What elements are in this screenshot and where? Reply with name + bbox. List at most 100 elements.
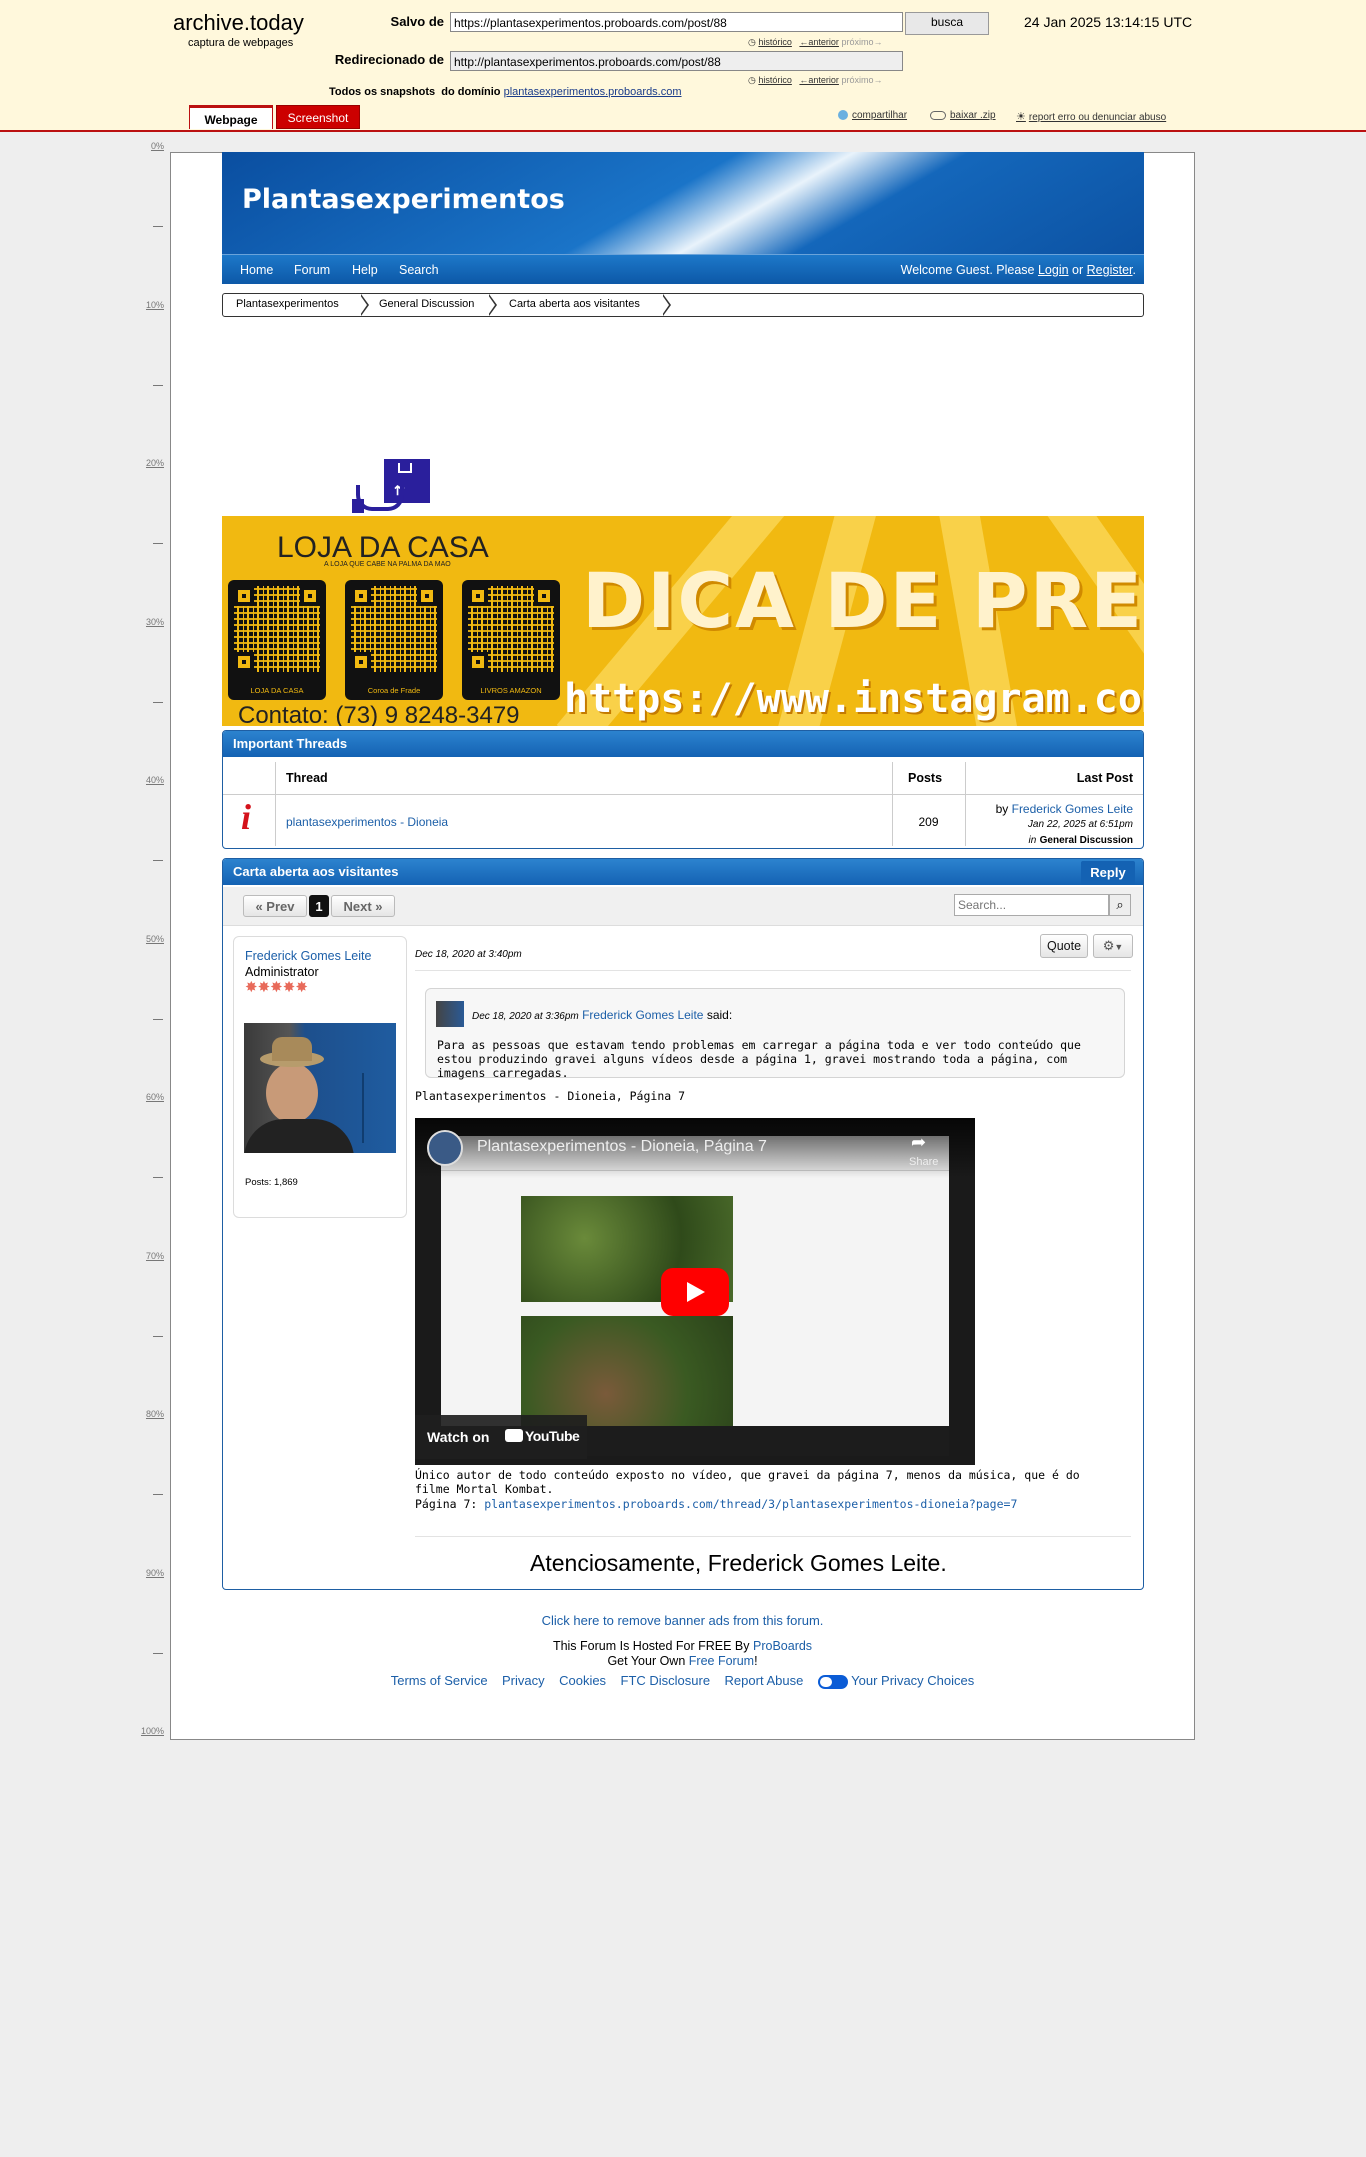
rank-stars-icon: ✸✸✸✸✸ <box>245 979 308 996</box>
play-button-icon[interactable] <box>661 1268 729 1316</box>
archive-logo[interactable]: archive.today <box>173 10 304 36</box>
author-post-count: Posts: 1,869 <box>245 1177 298 1188</box>
share-icon[interactable]: ➦ <box>911 1132 926 1153</box>
prev-page-button[interactable]: « Prev <box>243 895 307 917</box>
post-signature: Atenciosamente, Frederick Gomes Leite. <box>530 1550 947 1576</box>
quote-button[interactable]: Quote <box>1040 934 1088 958</box>
prev-snapshot-link[interactable]: ←anterior <box>799 75 839 85</box>
history-link[interactable]: histórico <box>758 75 792 85</box>
important-threads-box: Important Threads Thread Posts Last Post… <box>222 730 1144 849</box>
hosted-by-text: This Forum Is Hosted For FREE By <box>552 1639 750 1653</box>
thread-heading: Carta aberta aos visitantes Reply <box>223 859 1143 885</box>
report-abuse-link[interactable]: Report Abuse <box>725 1673 804 1688</box>
video-title[interactable]: Plantasexperimentos - Dioneia, Página 7 <box>477 1138 767 1156</box>
ad-banner[interactable]: LOJA DA CASA A LOJA QUE CABE NA PALMA DA… <box>222 516 1144 726</box>
post-author-link[interactable]: Frederick Gomes Leite <box>245 949 371 963</box>
ruler-mark[interactable]: 10% <box>130 300 164 310</box>
snapshot-timestamp: 24 Jan 2025 13:14:15 UTC <box>1024 14 1193 30</box>
domain-link[interactable]: plantasexperimentos.proboards.com <box>504 86 682 98</box>
important-threads-table: Thread Posts Last Post i plantasexperime… <box>223 762 1143 846</box>
reply-button[interactable]: Reply <box>1081 861 1135 885</box>
clock-icon: ◷ <box>748 75 756 85</box>
thread-search-input[interactable] <box>954 894 1109 916</box>
signature-divider <box>415 1536 1131 1537</box>
last-post-date[interactable]: Jan 22, 2025 at 6:51pm <box>1028 819 1133 830</box>
history-link[interactable]: histórico <box>758 37 792 47</box>
search-button[interactable]: busca <box>905 12 989 35</box>
cookies-link[interactable]: Cookies <box>559 1673 606 1688</box>
nav-home[interactable]: Home <box>240 263 273 277</box>
ruler-mark[interactable]: 30% <box>130 617 164 627</box>
page7-line: Página 7: plantasexperimentos.proboards.… <box>415 1497 1018 1511</box>
ruler-mark[interactable]: 50% <box>130 934 164 944</box>
qr-code: LIVROS AMAZON <box>462 580 560 700</box>
qr-code: Coroa de Frade <box>345 580 443 700</box>
privacy-link[interactable]: Privacy <box>502 1673 545 1688</box>
forum-title[interactable]: Plantasexperimentos <box>242 184 565 215</box>
free-forum-link[interactable]: Free Forum <box>689 1654 754 1668</box>
important-threads-heading: Important Threads <box>223 731 1143 757</box>
ruler-tick <box>153 1177 163 1179</box>
login-link[interactable]: Login <box>1038 263 1069 277</box>
ruler-mark[interactable]: 0% <box>130 141 164 151</box>
from-domain-label: do domínio <box>441 86 501 98</box>
share-link[interactable]: compartilhar <box>838 110 907 121</box>
last-post-author-link[interactable]: Frederick Gomes Leite <box>1012 802 1133 816</box>
watch-on-youtube-button[interactable]: Watch on YouTube <box>415 1415 587 1459</box>
nav-help[interactable]: Help <box>352 263 378 277</box>
remove-ads-link[interactable]: Click here to remove banner ads from thi… <box>542 1613 824 1628</box>
breadcrumb-home[interactable]: Plantasexperimentos <box>236 298 339 310</box>
ruler-mark[interactable]: 80% <box>130 1409 164 1419</box>
quote-date[interactable]: Dec 18, 2020 at 3:36pm <box>472 1011 579 1022</box>
nav-forum[interactable]: Forum <box>294 263 330 277</box>
ruler-mark[interactable]: 40% <box>130 775 164 785</box>
report-link[interactable]: ☀ report erro ou denunciar abuso <box>1016 110 1166 123</box>
tab-screenshot[interactable]: Screenshot <box>276 105 360 129</box>
ruler-mark[interactable]: 70% <box>130 1251 164 1261</box>
post-after-video: Único autor de todo conteúdo exposto no … <box>415 1468 1080 1496</box>
thread-posts-count: 209 <box>918 815 939 829</box>
tab-webpage[interactable]: Webpage <box>189 105 273 129</box>
all-snapshots-label: Todos os snapshots <box>329 86 436 98</box>
channel-avatar[interactable] <box>427 1130 463 1166</box>
next-page-button[interactable]: Next » <box>331 895 395 917</box>
page7-link[interactable]: plantasexperimentos.proboards.com/thread… <box>484 1497 1017 1511</box>
nav-search[interactable]: Search <box>399 263 439 277</box>
info-icon: i <box>241 797 252 837</box>
proboards-link[interactable]: ProBoards <box>753 1639 812 1653</box>
redirect-url-input[interactable]: http://plantasexperimentos.proboards.com… <box>450 51 903 71</box>
post-date[interactable]: Dec 18, 2020 at 3:40pm <box>415 949 522 960</box>
terms-link[interactable]: Terms of Service <box>391 1673 488 1688</box>
register-link[interactable]: Register <box>1087 263 1133 277</box>
ruler-mark[interactable]: 90% <box>130 1568 164 1578</box>
last-post-board[interactable]: General Discussion <box>1040 835 1133 846</box>
prev-snapshot-link[interactable]: ←anterior <box>799 37 839 47</box>
thread-link[interactable]: plantasexperimentos - Dioneia <box>286 815 448 829</box>
current-page[interactable]: 1 <box>309 895 329 917</box>
col-last-post: Last Post <box>1076 771 1133 785</box>
ruler-tick <box>153 1018 163 1020</box>
qr-label: LIVROS AMAZON <box>480 686 542 695</box>
forum-nav-bar: Home Forum Help Search Welcome Guest. Pl… <box>222 254 1144 284</box>
download-zip-link[interactable]: baixar .zip <box>930 110 996 121</box>
saved-from-label: Salvo de <box>390 14 444 29</box>
ruler-mark[interactable]: 20% <box>130 458 164 468</box>
next-snapshot-label: próximo→ <box>841 37 883 47</box>
breadcrumb-board[interactable]: General Discussion <box>379 298 474 310</box>
privacy-choices-link[interactable]: Your Privacy Choices <box>851 1673 974 1688</box>
quote-author-link[interactable]: Frederick Gomes Leite <box>582 1008 703 1022</box>
gear-menu-button[interactable]: ⚙▼ <box>1093 934 1133 958</box>
breadcrumb-thread[interactable]: Carta aberta aos visitantes <box>509 298 640 310</box>
search-icon[interactable]: ⌕ <box>1109 894 1131 916</box>
youtube-logo-icon <box>505 1429 523 1442</box>
youtube-embed[interactable]: Plantasexperimentos - Dioneia, Página 7 … <box>415 1118 975 1465</box>
ad-brand-tagline: A LOJA QUE CABE NA PALMA DA MAO <box>324 561 451 568</box>
ruler-tick <box>153 384 163 386</box>
quote-avatar <box>436 1001 464 1027</box>
ruler-mark[interactable]: 60% <box>130 1092 164 1102</box>
ftc-disclosure-link[interactable]: FTC Disclosure <box>621 1673 711 1688</box>
ruler-mark[interactable]: 100% <box>130 1726 164 1736</box>
gear-icon: ⚙ <box>1102 938 1115 953</box>
saved-url-input[interactable]: https://plantasexperimentos.proboards.co… <box>450 12 903 32</box>
author-avatar[interactable] <box>244 1023 396 1153</box>
